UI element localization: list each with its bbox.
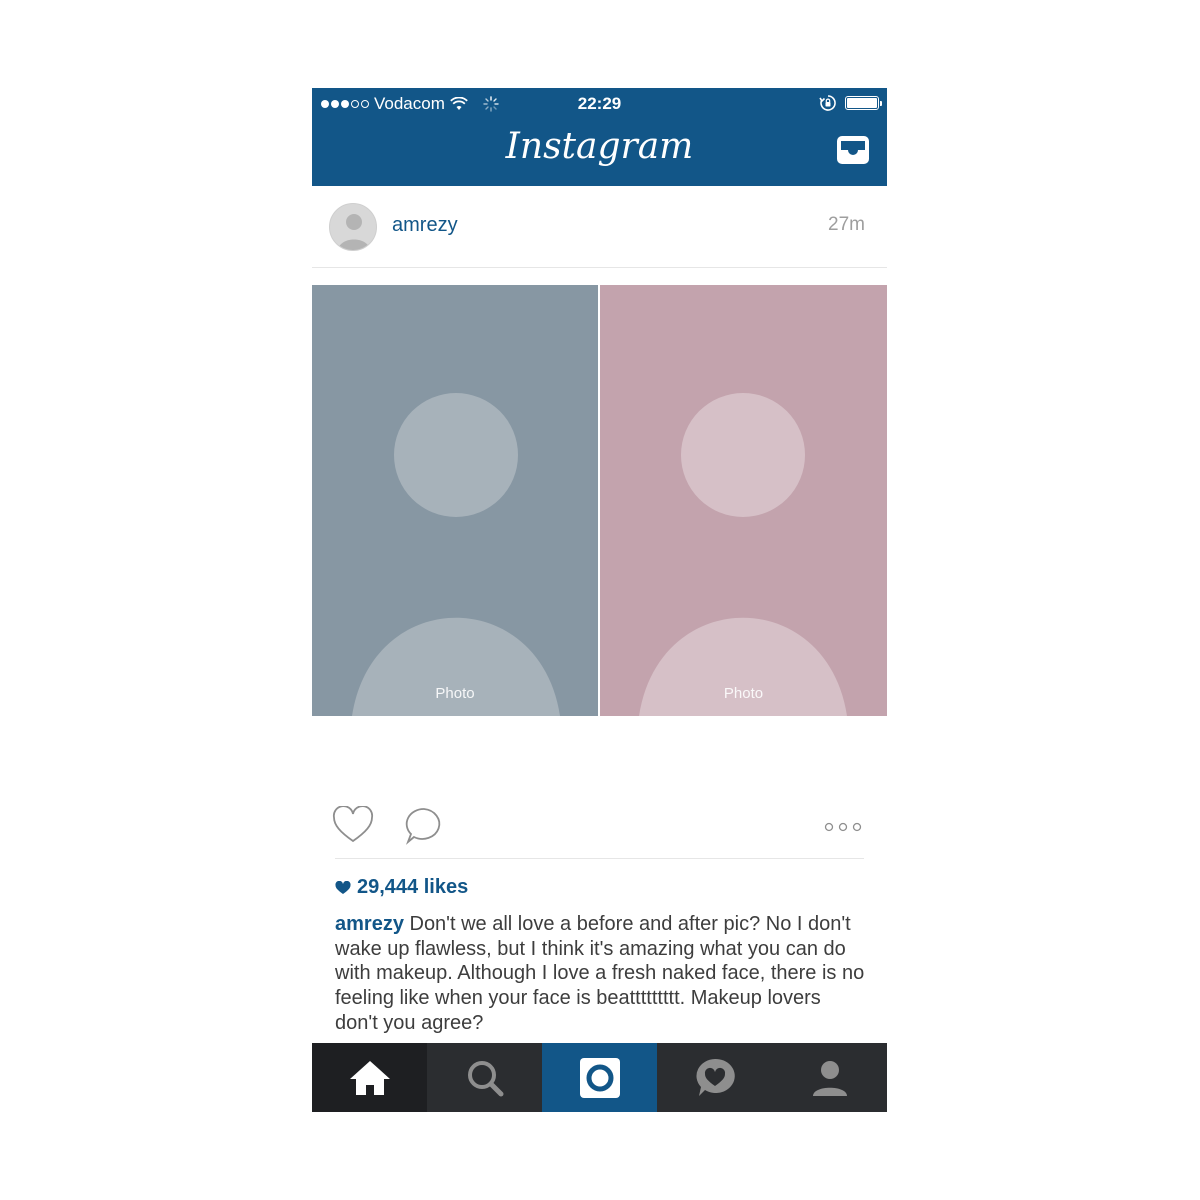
status-time: 22:29 [577,94,622,113]
tab-activity[interactable] [657,1043,772,1112]
image-placeholder-label: Photo [435,685,475,702]
camera-icon [579,1057,620,1098]
tab-search[interactable] [427,1043,542,1112]
more-dots-icon[interactable] [824,822,864,832]
post-photo[interactable]: Photo Photo [312,285,887,716]
tab-profile[interactable] [772,1043,887,1112]
actions-divider [335,858,864,859]
home-icon [349,1060,390,1095]
instagram-logo: Instagram [505,126,694,167]
tab-home[interactable] [312,1043,427,1112]
status-right [819,94,882,112]
photo-panel-right: Photo [600,285,887,716]
caption-text: Don't we all love a before and after pic… [335,913,865,1034]
search-icon [467,1060,503,1096]
post-username[interactable]: amrezy [392,214,458,237]
phone-screen: Vodacom 22:29 Instagram amrezy 27m Photo… [312,88,887,1112]
avatar[interactable] [329,203,377,251]
orientation-lock-icon [819,95,836,111]
status-bar: Vodacom 22:29 [312,88,887,120]
heart-outline-icon[interactable] [332,806,374,844]
tab-camera[interactable] [542,1043,657,1112]
top-bar: Vodacom 22:29 Instagram [312,88,887,186]
post-caption: amrezy Don't we all love a before and af… [335,912,865,1036]
photo-panel-left: Photo [312,285,600,716]
comment-bubble-icon[interactable] [404,806,444,846]
heart-filled-icon [335,880,351,894]
activity-heart-bubble-icon [695,1058,735,1096]
caption-username[interactable]: amrezy [335,913,404,935]
image-placeholder-label: Photo [723,685,764,702]
likes-count[interactable]: 29,444 likes [335,876,468,899]
post-header: amrezy 27m [312,186,887,268]
inbox-tray-icon[interactable] [835,134,871,166]
post-time-ago: 27m [828,214,865,235]
bottom-tab-bar [312,1043,887,1112]
likes-label: 29,444 likes [357,876,469,898]
battery-icon [845,96,882,110]
post-actions [312,796,887,856]
profile-icon [812,1060,847,1096]
